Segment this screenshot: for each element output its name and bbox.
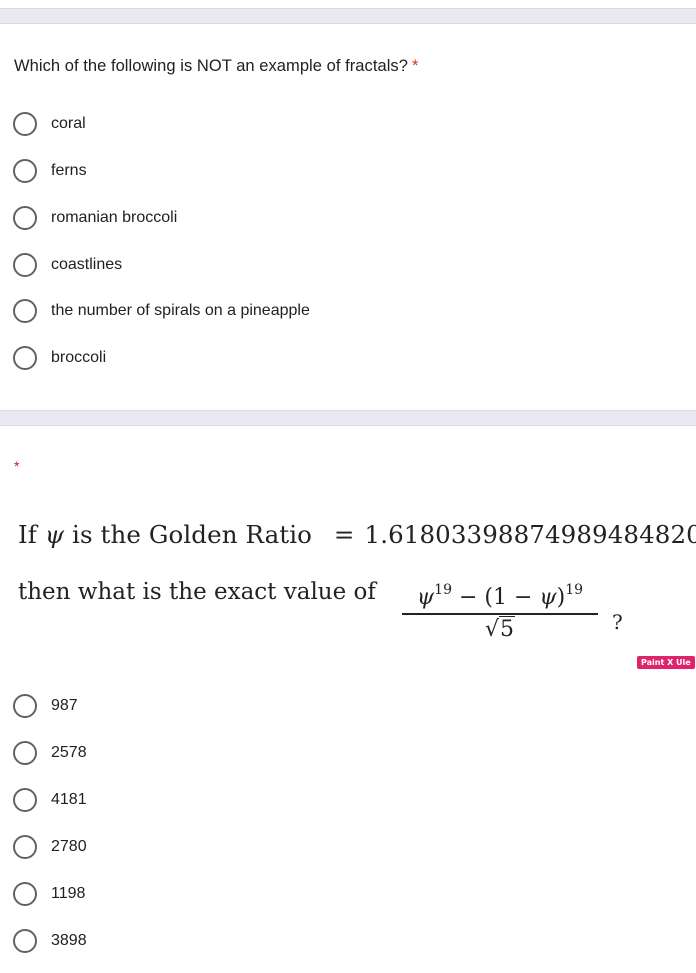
question-2-math-line-1: If ψ is the Golden Ratio = 1.618033988749…	[18, 520, 696, 549]
section-separator	[0, 410, 696, 426]
option-4181[interactable]: 4181	[13, 787, 87, 813]
math-text: is the Golden Ratio	[72, 520, 313, 549]
option-1198[interactable]: 1198	[13, 881, 85, 907]
required-asterisk: *	[411, 57, 419, 75]
golden-ratio-value: 1.61803398874989484820...	[364, 520, 696, 549]
option-label: coastlines	[51, 256, 123, 273]
fraction-denominator: √5	[400, 615, 600, 642]
math-text: If	[18, 520, 37, 549]
option-label: romanian broccoli	[51, 209, 178, 226]
option-romanian-broccoli[interactable]: romanian broccoli	[13, 205, 177, 231]
math-question-mark: ?	[612, 610, 623, 634]
equals-sign: =	[333, 520, 355, 549]
radio-button-icon[interactable]	[13, 253, 37, 277]
option-label: ferns	[51, 162, 87, 179]
option-label: coral	[51, 115, 86, 132]
option-label: 987	[51, 697, 78, 714]
radio-button-icon[interactable]	[13, 112, 37, 136]
radio-button-icon[interactable]	[13, 346, 37, 370]
radio-button-icon[interactable]	[13, 694, 37, 718]
option-coastlines[interactable]: coastlines	[13, 252, 122, 278]
option-label: the number of spirals on a pineapple	[51, 302, 310, 319]
fraction-numerator: ψ19 − (1 − ψ)19	[400, 582, 600, 613]
psi-symbol: ψ	[416, 585, 435, 610]
radio-button-icon[interactable]	[13, 788, 37, 812]
option-pineapple-spirals[interactable]: the number of spirals on a pineapple	[13, 298, 310, 324]
watermark-badge: Paint X Ule	[637, 656, 695, 669]
option-987[interactable]: 987	[13, 693, 78, 719]
option-label: 3898	[51, 932, 87, 949]
math-text: then what is the exact value of	[18, 579, 376, 605]
exponent: 19	[565, 582, 584, 598]
radio-button-icon[interactable]	[13, 206, 37, 230]
math-text: − (1 −	[451, 585, 540, 610]
option-coral[interactable]: coral	[13, 111, 86, 137]
option-2578[interactable]: 2578	[13, 740, 87, 766]
psi-symbol: ψ	[44, 520, 65, 549]
radio-button-icon[interactable]	[13, 929, 37, 953]
question-1-text: Which of the following is NOT an example…	[14, 57, 408, 75]
psi-symbol: ψ	[539, 585, 557, 610]
radio-button-icon[interactable]	[13, 835, 37, 859]
option-label: 1198	[51, 885, 86, 902]
required-asterisk: *	[14, 458, 20, 474]
radio-button-icon[interactable]	[13, 159, 37, 183]
option-ferns[interactable]: ferns	[13, 158, 87, 184]
radio-button-icon[interactable]	[13, 882, 37, 906]
option-label: 2780	[51, 838, 87, 855]
option-2780[interactable]: 2780	[13, 834, 87, 860]
math-text: )	[556, 585, 566, 610]
sqrt-icon: √	[484, 616, 500, 642]
fraction-expression: ψ19 − (1 − ψ)19 √5	[400, 582, 600, 642]
question-2-math-line-2: then what is the exact value of	[18, 579, 376, 605]
radio-button-icon[interactable]	[13, 299, 37, 323]
option-3898[interactable]: 3898	[13, 928, 87, 954]
exponent: 19	[434, 582, 452, 598]
option-broccoli[interactable]: broccoli	[13, 345, 106, 371]
section-separator-top	[0, 8, 696, 24]
question-1-title: Which of the following is NOT an example…	[14, 57, 418, 76]
sqrt-argument: 5	[499, 615, 516, 642]
option-label: broccoli	[51, 349, 107, 366]
radio-button-icon[interactable]	[13, 741, 37, 765]
option-label: 2578	[51, 744, 87, 761]
option-label: 4181	[51, 791, 87, 808]
